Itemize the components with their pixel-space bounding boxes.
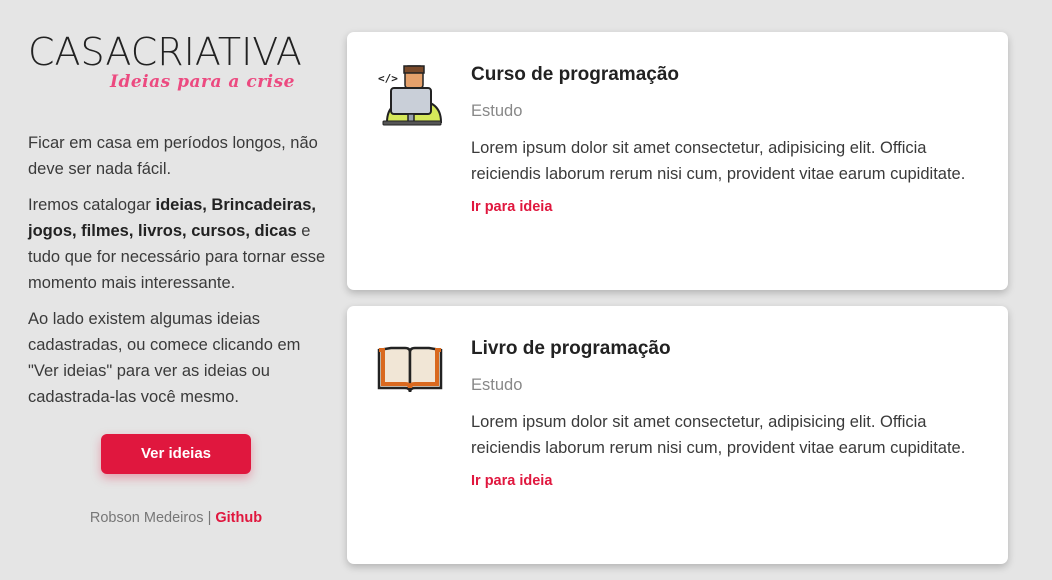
footer-separator: | — [203, 510, 216, 526]
idea-title: Livro de programação — [471, 338, 671, 359]
idea-card: Livro de programação Estudo Lorem ipsum … — [347, 306, 1008, 564]
logo-wordmark: CASACRIATIVA — [28, 30, 302, 74]
idea-title: Curso de programação — [471, 64, 679, 85]
logo: CASACRIATIVA Ideias para a crise — [28, 30, 328, 100]
idea-link[interactable]: Ir para ideia — [471, 199, 552, 215]
idea-description: Lorem ipsum dolor sit amet consectetur, … — [471, 139, 966, 183]
idea-category: Estudo — [471, 102, 523, 120]
idea-card: </> Curso de programação Estudo Lorem ip… — [347, 32, 1008, 290]
intro-paragraph: Ficar em casa em períodos longos, não de… — [28, 134, 318, 178]
instructions-paragraph: Ao lado existem algumas ideias cadastrad… — [28, 310, 301, 406]
footer: Robson Medeiros | Github — [28, 510, 324, 526]
logo-tagline: Ideias para a crise — [110, 72, 295, 92]
programmer-laptop-icon: </> — [375, 60, 445, 130]
catalog-prefix: Iremos catalogar — [28, 196, 156, 214]
logo-strong: CASA — [28, 30, 131, 74]
ideas-list: </> Curso de programação Estudo Lorem ip… — [347, 32, 1008, 580]
catalog-paragraph: Iremos catalogar ideias, Brincadeiras, j… — [28, 192, 328, 296]
open-book-icon — [375, 334, 445, 404]
footer-author: Robson Medeiros — [89, 510, 204, 526]
ver-ideias-button[interactable]: Ver ideias — [101, 434, 251, 474]
github-link[interactable]: Github — [215, 510, 262, 526]
idea-link[interactable]: Ir para ideia — [471, 473, 552, 489]
logo-light: CRIATIVA — [130, 30, 302, 74]
idea-category: Estudo — [471, 376, 523, 394]
svg-text:</>: </> — [378, 72, 398, 85]
sidebar: CASACRIATIVA Ideias para a crise Ficar e… — [28, 30, 328, 526]
idea-description: Lorem ipsum dolor sit amet consectetur, … — [471, 413, 966, 457]
